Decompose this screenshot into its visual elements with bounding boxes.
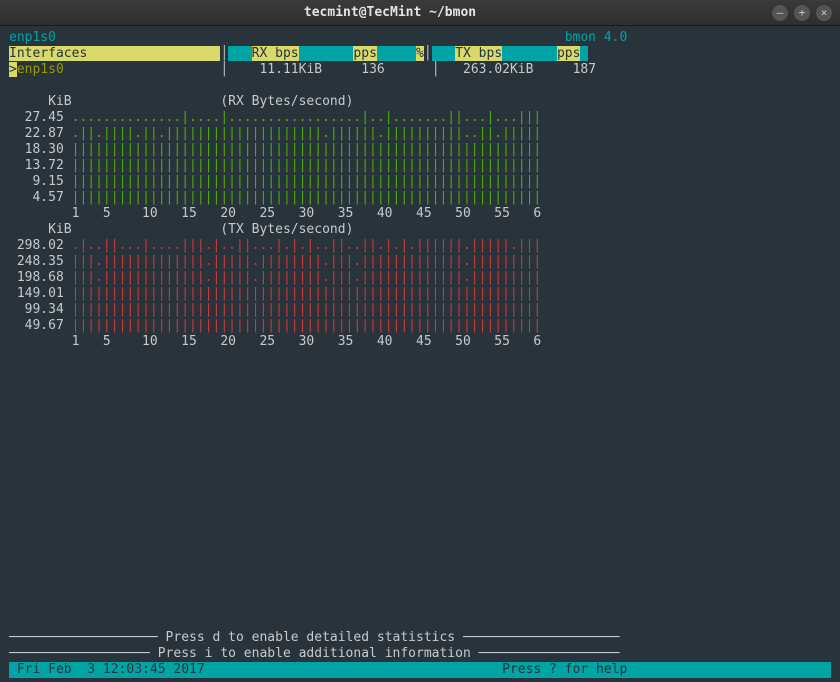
hint-i: Press i to enable additional information (158, 646, 471, 661)
rx-unit: KiB (48, 94, 71, 109)
footer-date: Fri Feb 3 12:03:45 2017 (17, 662, 205, 677)
footer-help: Press ? for help (502, 662, 627, 677)
col-rx-pct: % (416, 46, 424, 61)
maximize-icon[interactable]: + (794, 5, 810, 21)
col-rx-pps: pps (353, 46, 376, 61)
window-titlebar: tecmint@TecMint ~/bmon – + × (0, 0, 840, 26)
rx-title: (RX Bytes/second) (220, 94, 353, 109)
tx-unit: KiB (48, 222, 71, 237)
cursor-icon: > (9, 62, 17, 77)
window-title: tecmint@TecMint ~/bmon (8, 5, 772, 20)
tx-title: (TX Bytes/second) (220, 222, 353, 237)
hint-d: Press d to enable detailed statistics (166, 630, 456, 645)
terminal: enp1s0 bmon 4.0 Interfaces │ RX bps pps … (0, 26, 840, 682)
rx-xaxis: 1 5 10 15 20 25 30 35 40 45 50 55 6 (9, 206, 831, 222)
row-txpps: 187 (573, 62, 596, 77)
tx-graph: 298.02 .|..||...|....|||.|..||...|.|.|..… (9, 238, 831, 334)
col-interfaces: Interfaces (9, 46, 220, 61)
close-icon[interactable]: × (816, 5, 832, 21)
col-txbps: TX bps (455, 46, 502, 61)
hint-i-line: ────────────────── Press i to enable add… (9, 646, 831, 662)
hint-d-line: ─────────────────── Press d to enable de… (9, 630, 831, 646)
rx-title-line: KiB (RX Bytes/second) (9, 94, 831, 110)
column-header: Interfaces │ RX bps pps %│ TX bps pps (9, 46, 831, 62)
row-txbps: 263.02KiB (463, 62, 533, 77)
top-line: enp1s0 bmon 4.0 (9, 30, 831, 46)
col-tx-pps: pps (557, 46, 580, 61)
row-rxpps: 136 (361, 62, 384, 77)
interface-row[interactable]: >enp1s0 │ 11.11KiB 136 │ 263.02KiB 187 (9, 62, 831, 78)
row-name: enp1s0 (17, 62, 64, 77)
row-rxbps: 11.11KiB (259, 62, 322, 77)
minimize-icon[interactable]: – (772, 5, 788, 21)
window-buttons: – + × (772, 5, 832, 21)
col-rxbps: RX bps (252, 46, 299, 61)
top-appver: bmon 4.0 (565, 30, 628, 45)
footer: Fri Feb 3 12:03:45 2017 Press ? for help (9, 662, 831, 678)
rx-graph: 27.45 ..............|....|..............… (9, 110, 831, 206)
tx-xaxis: 1 5 10 15 20 25 30 35 40 45 50 55 6 (9, 334, 831, 350)
tx-title-line: KiB (TX Bytes/second) (9, 222, 831, 238)
top-interface: enp1s0 (9, 30, 56, 45)
